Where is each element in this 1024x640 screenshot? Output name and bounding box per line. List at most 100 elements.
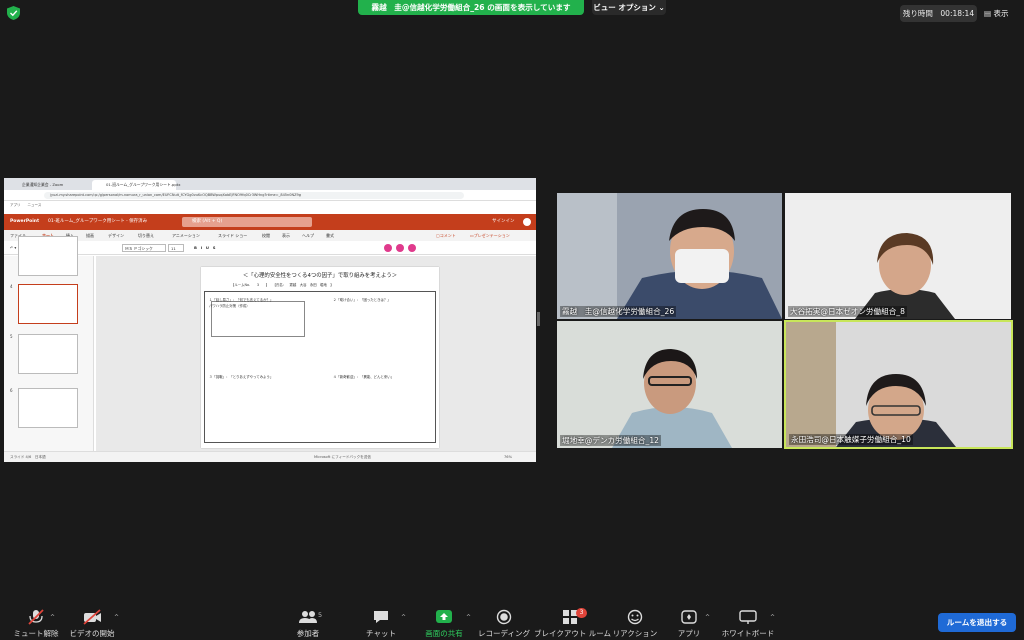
share-banner: 霧越 圭@信越化学労働組合_26 の画面を表示しています [358,0,584,15]
undo-icon[interactable]: ↶ ▾ [10,241,16,255]
slide-number: 4 [10,284,13,289]
participant-name: 堀地幸@デンカ労働組合_12 [560,435,661,446]
view-button[interactable]: ▤ 表示 [984,5,1018,22]
worksheet-frame: １「話し易さ」：「何でも言えてるか？」 パワハラ防止対策（作成） ２「助け合い」… [204,291,436,443]
microphone-muted-icon [28,609,44,625]
font-size-select[interactable]: 11 [168,244,184,252]
slide-thumbnail[interactable] [18,236,78,276]
timer-label: 残り時間 [902,9,933,18]
view-options-button[interactable]: ビュー オプション ⌄ [592,0,666,15]
ppt-signin[interactable]: サインイン [492,214,515,230]
whiteboard-icon [739,610,757,624]
participants-count: 5 [318,611,323,619]
whiteboard-label: ホワイトボード [721,629,775,638]
whiteboard-button[interactable]: ^ ホワイトボード [712,607,784,640]
slide-thumbnail-selected[interactable] [18,284,78,324]
slide-number: 6 [10,388,13,393]
video-tile[interactable]: 堀地幸@デンカ労働組合_12 [557,321,782,448]
emoji-icon [627,609,643,625]
breakout-badge: 3 [576,608,587,618]
shield-icon[interactable] [7,6,20,20]
video-button[interactable]: ^ ビデオの開始 [56,607,128,640]
status-slide: スライド 4/6 日本語 [10,455,46,459]
record-icon [496,609,512,625]
ppt-menu-bar: ファイル ホーム 挿入 描画 デザイン 切り替え アニメーション スライド ショ… [4,230,536,241]
chevron-up-icon[interactable]: ^ [114,614,119,621]
leave-room-button[interactable]: ルームを退出する [938,613,1016,632]
slide-thumbnail[interactable] [18,388,78,428]
ppt-file-name[interactable]: 01-班ルーム_グループワーク用シート - 保存済み [48,214,147,230]
comment-button[interactable]: ▢ コメント [436,230,456,241]
avatar[interactable] [522,217,532,227]
slide-meta: 【ルームNo. 3 】 【氏名： 霧越 大谷 永田 堀地 】 [231,283,334,287]
chevron-up-icon[interactable]: ^ [770,614,775,621]
menu-animations[interactable]: アニメーション [172,230,200,241]
url-field[interactable]: jyuzi-my.sharepoint.com/:p:/g/personal/m… [44,192,464,199]
share-screen-icon [436,610,452,623]
slide-canvas: ＜「心理的安全性をつくる4つの因子」で取り組みを考えよう＞ 【ルームNo. 3 … [96,256,536,451]
record-label: レコーディング [478,629,530,638]
chat-icon [374,611,388,623]
menu-format[interactable]: 書式 [326,230,334,241]
status-zoom[interactable]: 76% [504,452,512,462]
participant-video [557,321,782,448]
menu-draw[interactable]: 描画 [86,230,94,241]
record-button[interactable]: レコーディング [468,607,540,640]
shared-screen[interactable]: 企業通知企業会 - Zoom 01-班ルーム_グループワーク用シート.pptx … [4,178,536,462]
chat-button[interactable]: ^ チャット [345,607,417,640]
video-label: ビデオの開始 [69,629,115,638]
slide[interactable]: ＜「心理的安全性をつくる4つの因子」で取り組みを考えよう＞ 【ルームNo. 3 … [201,267,439,448]
chevron-up-icon[interactable]: ^ [401,614,406,621]
ppt-status-bar: スライド 4/6 日本語 Microsoft にフィードバックを送信 76% [4,451,536,462]
slide-thumbnail[interactable] [18,334,78,374]
menu-help[interactable]: ヘルプ [302,230,314,241]
chevron-up-icon[interactable]: ^ [50,614,55,621]
menu-design[interactable]: デザイン [108,230,124,241]
video-off-icon [83,609,101,625]
chat-label: チャット [366,629,396,638]
video-tile[interactable]: 大谷拓実@日本ゼオン労働組合_8 [785,193,1011,319]
menu-view[interactable]: 表示 [282,230,290,241]
menu-review[interactable]: 校閲 [262,230,270,241]
video-tile[interactable]: 霧越 圭@信越化学労働組合_26 [557,193,782,319]
ppt-ribbon: ↶ ▾ ＭＳ Ｐゴシック 11 B I U S [4,241,536,255]
question-1: １「話し易さ」：「何でも言えてるか？」 [209,298,274,302]
zoom-meeting-window: 霧越 圭@信越化学労働組合_26 の画面を表示しています ビュー オプション ⌄… [0,0,1024,640]
browser-tab-bar: 企業通知企業会 - Zoom 01-班ルーム_グループワーク用シート.pptx [4,178,536,190]
chevron-up-icon[interactable]: ^ [705,614,710,621]
view-label: 表示 [993,9,1009,18]
video-tile-active-speaker[interactable]: 永田浩司@日本触媒子労働組合_10 [784,320,1013,449]
font-select[interactable]: ＭＳ Ｐゴシック [122,244,166,252]
participant-video [786,322,1011,447]
bold-icon[interactable]: B I U S [194,241,216,255]
breakout-rooms-button[interactable]: 3 ブレイクアウト ルーム [534,607,611,640]
bookmarks-bar[interactable]: アプリ ニュース [4,201,536,210]
timer-value: 00:18:14 [940,9,975,18]
browser-tab-ppt[interactable]: 01-班ルーム_グループワーク用シート.pptx [92,180,180,190]
slide-thumbnails: 4 5 6 [4,236,94,451]
participants-button[interactable]: 5 参加者 [272,607,344,640]
color-swatch-icon[interactable] [396,244,404,252]
present-button[interactable]: ▭ プレゼンテーション [470,230,510,241]
color-swatch-icon[interactable] [384,244,392,252]
status-feedback[interactable]: Microsoft にフィードバックを送信 [314,452,371,462]
participant-video [557,193,782,319]
question-3: ３「挑戦」：「とりあえずやってみよう」 [209,375,274,379]
participant-video [785,193,1011,319]
slide-number: 5 [10,334,13,339]
split-handle[interactable] [537,312,540,326]
browser-tab-zoom[interactable]: 企業通知企業会 - Zoom [8,180,90,190]
participants-label: 参加者 [296,629,320,638]
menu-slideshow[interactable]: スライド ショー [218,230,247,241]
participant-name: 永田浩司@日本触媒子労働組合_10 [789,434,913,445]
apps-icon [681,610,697,624]
ppt-search-input[interactable]: 検索 (Alt + Q) [182,217,312,227]
color-swatch-icon[interactable] [408,244,416,252]
comment-label: コメント [439,233,456,238]
remaining-time: 残り時間 00:18:14 [900,5,977,22]
ppt-header: PowerPoint 01-班ルーム_グループワーク用シート - 保存済み 検索… [4,214,536,230]
participant-name: 霧越 圭@信越化学労働組合_26 [560,306,677,317]
address-bar: jyuzi-my.sharepoint.com/:p:/g/personal/m… [4,190,536,201]
slide-title: ＜「心理的安全性をつくる4つの因子」で取り組みを考えよう＞ [242,273,398,279]
menu-transitions[interactable]: 切り替え [138,230,154,241]
